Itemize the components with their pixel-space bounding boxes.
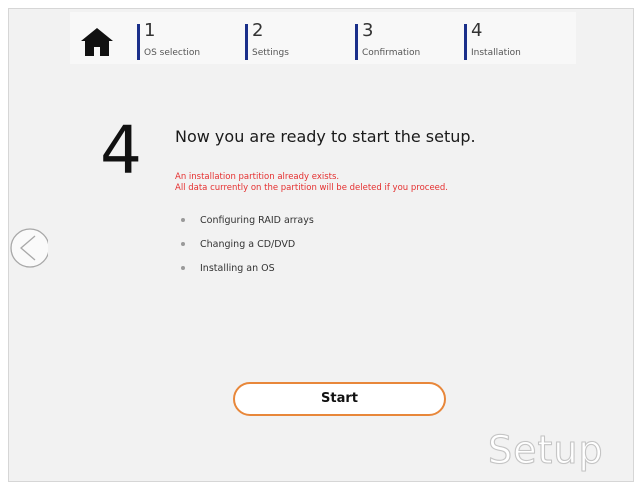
step-label: Confirmation [362,48,421,58]
list-item: Changing a CD/DVD [180,237,314,261]
step-number: 2 [252,20,264,41]
bullet-icon [181,218,185,222]
step-number: 1 [144,20,156,41]
back-arrow-circle-icon[interactable] [8,226,50,270]
step-label: OS selection [144,48,201,58]
task-label: Changing a CD/DVD [200,239,296,250]
setup-watermark: Setup [488,428,604,473]
list-item: Installing an OS [180,261,314,285]
bullet-icon [181,266,185,270]
step-marker [464,24,467,60]
warning-message: An installation partition already exists… [175,172,448,194]
step-indicator-number: 4 [100,112,142,189]
task-label: Installing an OS [200,263,275,274]
bullet-icon [181,242,185,246]
step-label: Settings [252,48,289,58]
start-button[interactable]: Start [233,382,446,416]
task-label: Configuring RAID arrays [200,215,314,226]
list-item: Configuring RAID arrays [180,213,314,237]
step-marker [245,24,248,60]
task-list: Configuring RAID arrays Changing a CD/DV… [180,213,314,285]
step-label: Installation [471,48,521,58]
warning-line: An installation partition already exists… [175,172,340,182]
step-marker [355,24,358,60]
warning-line: All data currently on the partition will… [175,183,449,193]
step-number: 3 [362,20,374,41]
page-title: Now you are ready to start the setup. [175,127,476,146]
step-marker [137,24,140,60]
home-icon[interactable] [80,26,114,58]
step-number: 4 [471,20,483,41]
